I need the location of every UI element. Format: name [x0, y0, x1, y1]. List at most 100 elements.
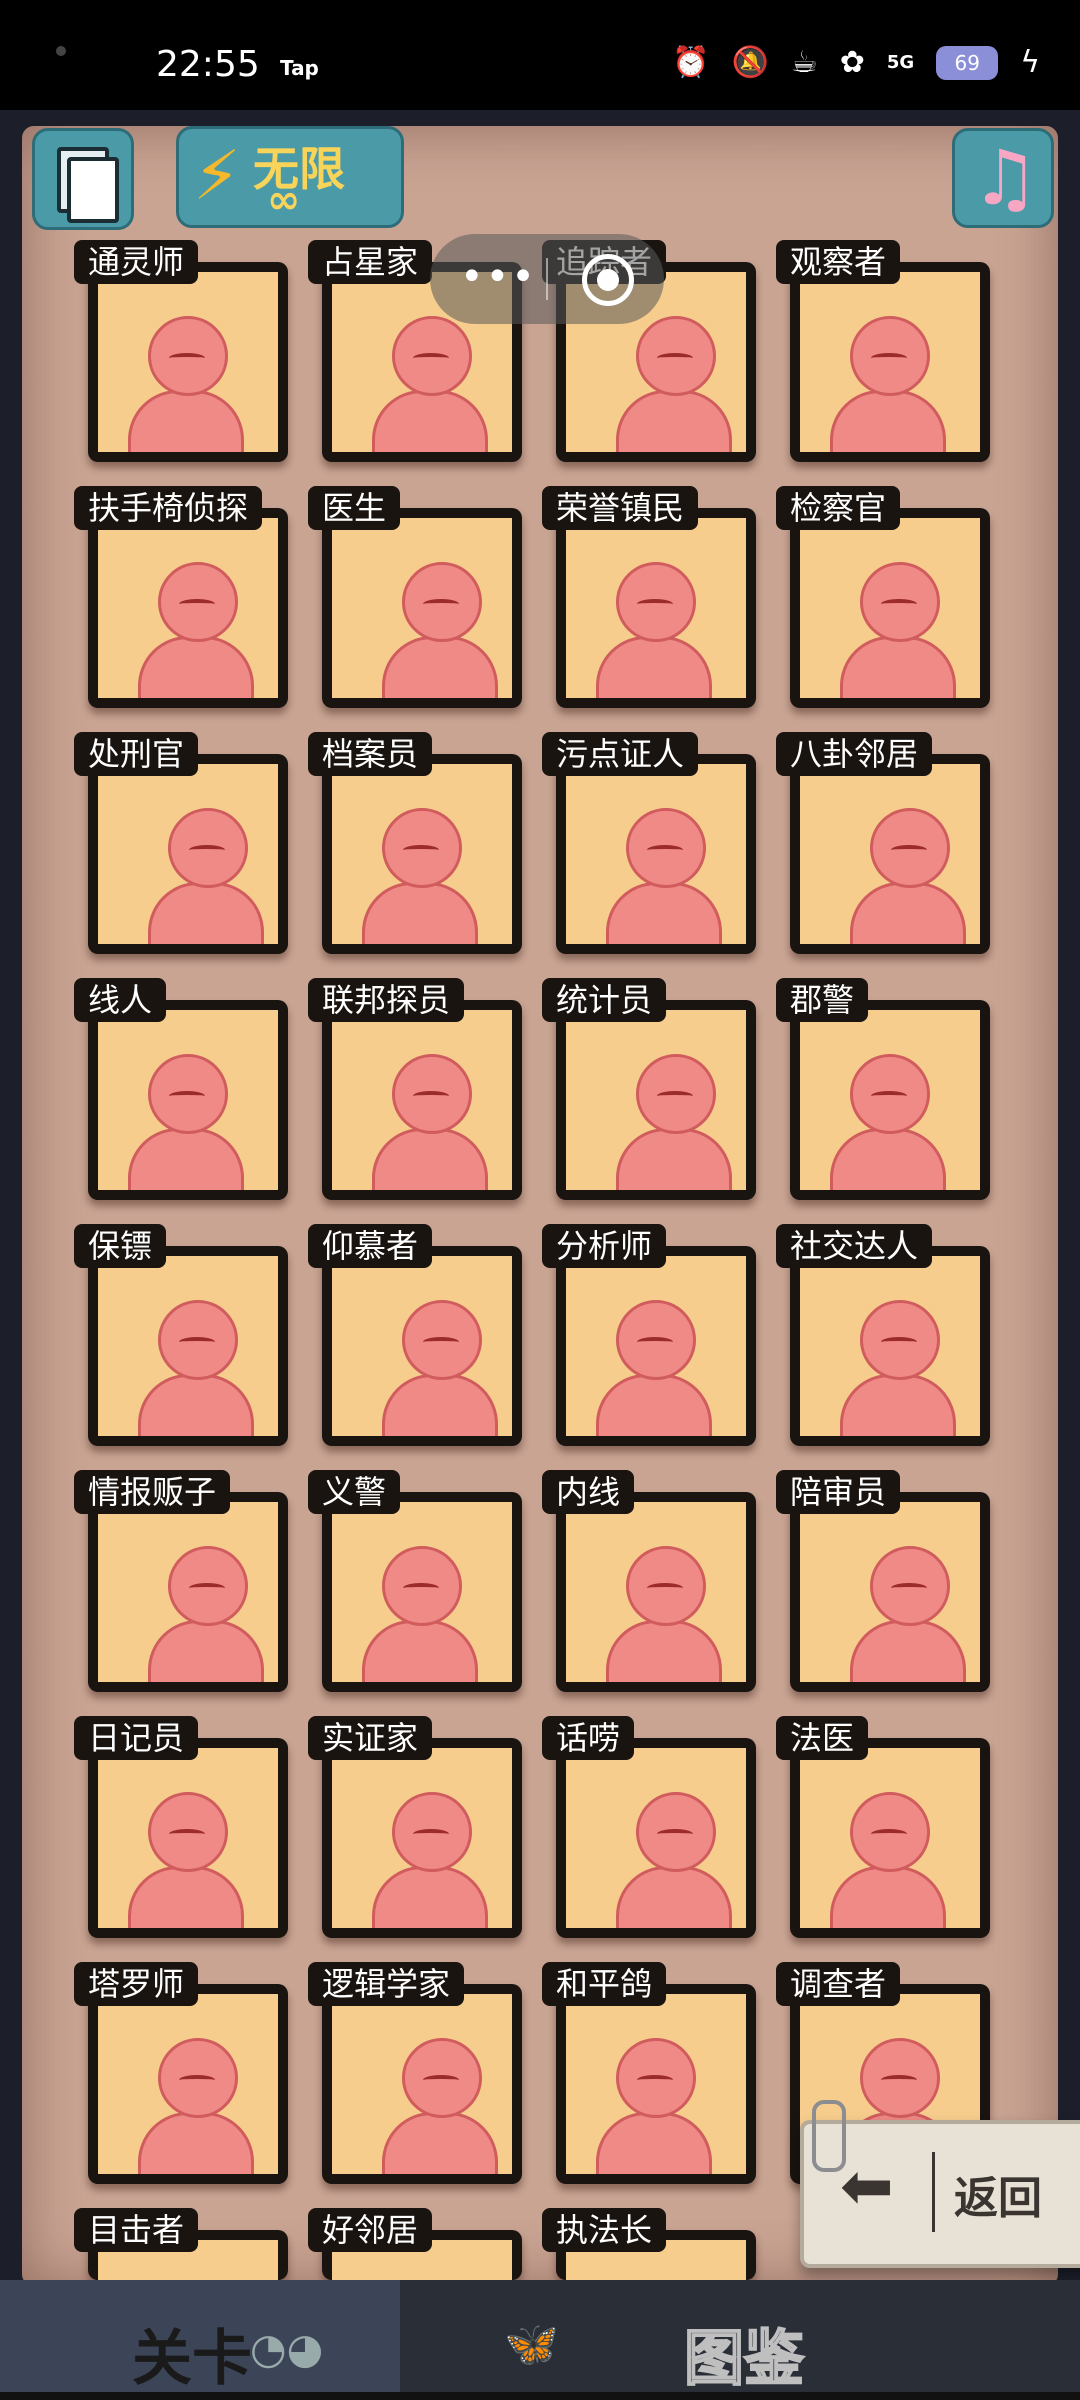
character-eyes: [423, 1337, 459, 1347]
bottom-nav: 关卡 ◔◕ 🦋 图鉴: [0, 2280, 1080, 2400]
character-card[interactable]: 医生: [308, 486, 522, 708]
more-icon[interactable]: •••: [460, 254, 537, 300]
character-head: [870, 1546, 950, 1626]
character-head: [616, 562, 696, 642]
character-illustration: [332, 764, 512, 944]
character-head: [392, 316, 472, 396]
character-card[interactable]: 污点证人: [542, 732, 756, 954]
character-name-tag: 内线: [542, 1470, 635, 1514]
character-illustration: [98, 1256, 278, 1436]
arrow-left-icon: ⬅: [840, 2150, 894, 2224]
character-head: [392, 1792, 472, 1872]
hd-icon: ✿: [839, 45, 865, 80]
character-body: [830, 390, 946, 452]
character-card[interactable]: 仰慕者: [308, 1224, 522, 1446]
character-eyes: [423, 2075, 459, 2085]
character-card[interactable]: 分析师: [542, 1224, 756, 1446]
character-body: [616, 390, 732, 452]
character-card[interactable]: 情报贩子: [74, 1470, 288, 1692]
status-icons: ⏰ 🔕 ☕ ✿ 5G 69 ϟ: [672, 46, 1040, 80]
character-card[interactable]: 郡警: [776, 978, 990, 1200]
music-note-icon: ♫: [971, 133, 1040, 222]
character-name-tag: 保镖: [74, 1224, 167, 1268]
character-head: [148, 1054, 228, 1134]
capsule-divider: [546, 258, 548, 300]
character-body: [840, 636, 956, 698]
character-body: [382, 1374, 498, 1436]
character-card[interactable]: 线人: [74, 978, 288, 1200]
character-illustration: [566, 518, 746, 698]
character-head: [636, 316, 716, 396]
character-head: [626, 1546, 706, 1626]
character-card[interactable]: 扶手椅侦探: [74, 486, 288, 708]
butterfly-icon[interactable]: 🦋: [504, 2318, 559, 2370]
tab-gallery[interactable]: 图鉴: [683, 2310, 805, 2397]
character-eyes: [189, 1583, 225, 1593]
character-name-tag: 郡警: [776, 978, 869, 1022]
character-body: [606, 882, 722, 944]
character-name-tag: 档案员: [308, 732, 433, 776]
camera-dot: [56, 46, 66, 56]
character-card[interactable]: 检察官: [776, 486, 990, 708]
character-card[interactable]: 执法长: [542, 2208, 756, 2280]
character-body: [850, 882, 966, 944]
character-card[interactable]: 塔罗师: [74, 1962, 288, 2184]
character-illustration: [566, 1502, 746, 1682]
system-nav-bar: [0, 2392, 1080, 2400]
mini-program-capsule[interactable]: •••: [430, 234, 664, 324]
character-head: [616, 2038, 696, 2118]
character-eyes: [647, 1583, 683, 1593]
character-card[interactable]: 档案员: [308, 732, 522, 954]
tab-levels[interactable]: 关卡 ◔◕: [0, 2280, 400, 2400]
character-card[interactable]: 保镖: [74, 1224, 288, 1446]
character-eyes: [189, 845, 225, 855]
character-card[interactable]: 陪审员: [776, 1470, 990, 1692]
character-body: [596, 636, 712, 698]
character-card[interactable]: 社交达人: [776, 1224, 990, 1446]
character-name-tag: 仰慕者: [308, 1224, 433, 1268]
character-eyes: [871, 353, 907, 363]
character-card[interactable]: 逻辑学家: [308, 1962, 522, 2184]
character-head: [636, 1054, 716, 1134]
character-card[interactable]: 内线: [542, 1470, 756, 1692]
character-card[interactable]: 处刑官: [74, 732, 288, 954]
character-name-tag: 检察官: [776, 486, 901, 530]
energy-indicator[interactable]: ⚡ 无限 ∞: [176, 126, 404, 228]
close-icon[interactable]: [582, 254, 634, 306]
music-button[interactable]: ♫: [952, 128, 1054, 228]
character-body: [616, 1866, 732, 1928]
character-card[interactable]: 和平鸽: [542, 1962, 756, 2184]
character-card[interactable]: 八卦邻居: [776, 732, 990, 954]
character-body: [830, 1128, 946, 1190]
character-card[interactable]: 日记员: [74, 1716, 288, 1938]
character-card[interactable]: 联邦探员: [308, 978, 522, 1200]
character-eyes: [881, 599, 917, 609]
character-eyes: [637, 2075, 673, 2085]
character-card[interactable]: 荣誉镇民: [542, 486, 756, 708]
character-card[interactable]: 话唠: [542, 1716, 756, 1938]
character-card[interactable]: 好邻居: [308, 2208, 522, 2280]
battery-icon: 69: [936, 46, 999, 80]
character-body: [372, 1128, 488, 1190]
character-card[interactable]: 实证家: [308, 1716, 522, 1938]
character-illustration: [566, 1256, 746, 1436]
character-body: [128, 390, 244, 452]
alarm-icon: ⏰: [672, 45, 710, 80]
infinity-label: ∞: [267, 177, 301, 223]
lightning-icon: ⚡: [193, 137, 241, 216]
character-illustration: [332, 1748, 512, 1928]
character-body: [148, 1620, 264, 1682]
charging-icon: ϟ: [1020, 45, 1040, 80]
character-card[interactable]: 观察者: [776, 240, 990, 462]
documents-button[interactable]: [32, 128, 134, 230]
character-card[interactable]: 法医: [776, 1716, 990, 1938]
character-illustration: [800, 518, 980, 698]
mute-icon: 🔕: [731, 45, 769, 80]
character-card[interactable]: 统计员: [542, 978, 756, 1200]
character-illustration: [566, 1010, 746, 1190]
character-card[interactable]: 目击者: [74, 2208, 288, 2280]
character-illustration: [98, 518, 278, 698]
character-card[interactable]: 义警: [308, 1470, 522, 1692]
character-name-tag: 观察者: [776, 240, 901, 284]
character-card[interactable]: 通灵师: [74, 240, 288, 462]
